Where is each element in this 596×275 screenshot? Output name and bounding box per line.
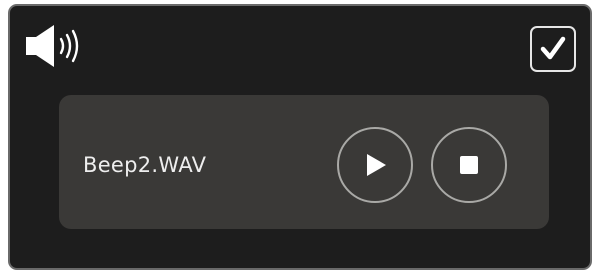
audio-player-card: Beep2.WAV bbox=[59, 95, 549, 229]
play-icon bbox=[367, 154, 386, 176]
confirm-button[interactable] bbox=[530, 26, 576, 72]
audio-file-name: Beep2.WAV bbox=[83, 153, 207, 177]
speaker-volume-icon bbox=[26, 23, 94, 69]
stop-icon bbox=[460, 156, 478, 174]
sound-settings-panel: Beep2.WAV bbox=[8, 4, 592, 270]
checkmark-icon bbox=[540, 36, 566, 60]
play-button[interactable] bbox=[337, 127, 413, 203]
stop-button[interactable] bbox=[431, 127, 507, 203]
